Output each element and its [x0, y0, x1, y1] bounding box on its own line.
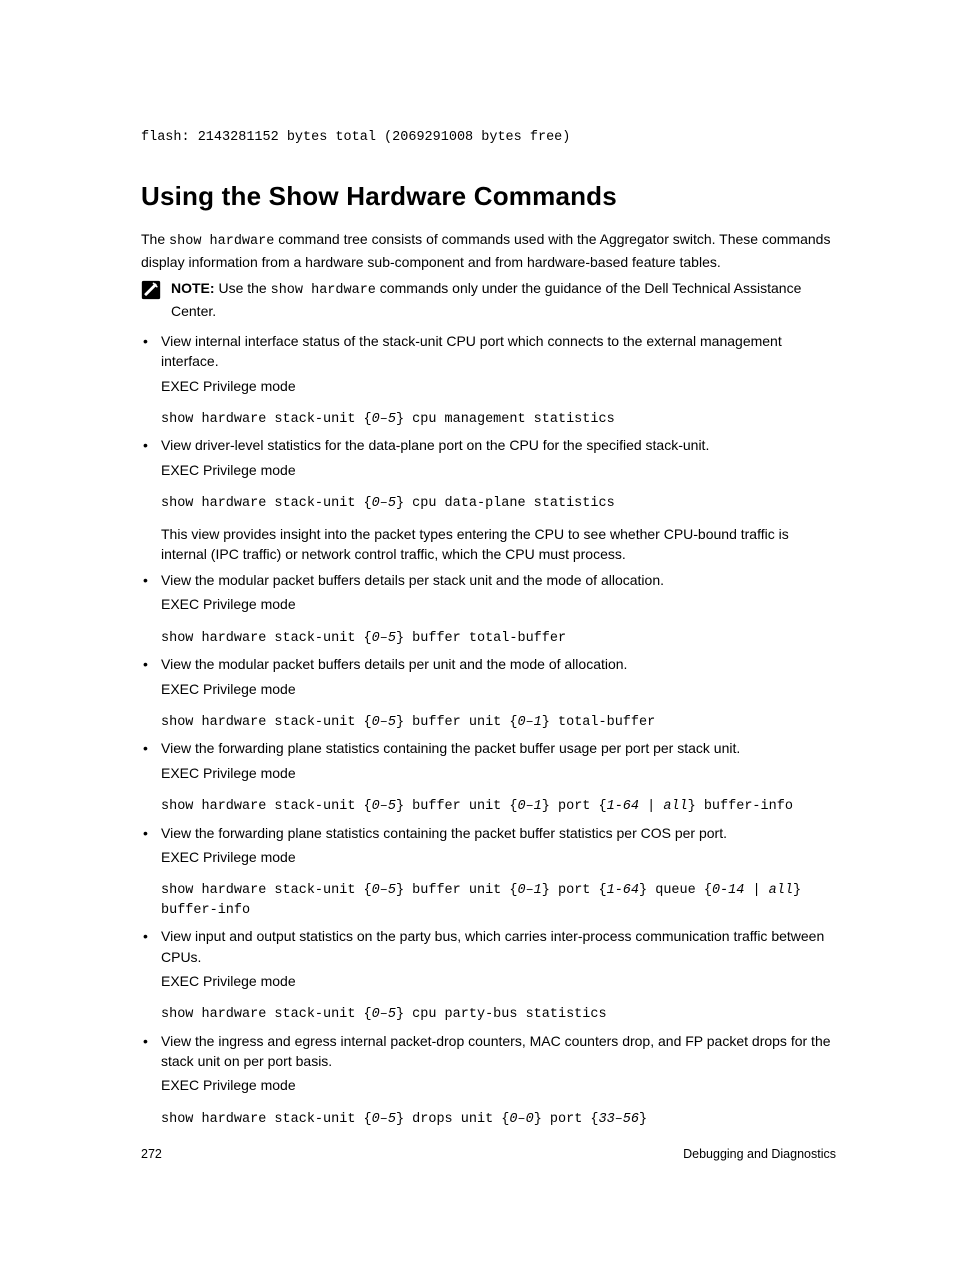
intro-paragraph: The show hardware command tree consists … [141, 229, 836, 272]
command-syntax: show hardware stack-unit {0–5} cpu party… [161, 1005, 836, 1025]
command-mode: EXEC Privilege mode [161, 847, 836, 867]
command-item: View the ingress and egress internal pac… [141, 1031, 836, 1129]
command-mode: EXEC Privilege mode [161, 1075, 836, 1095]
page-footer: 272 Debugging and Diagnostics [141, 1145, 836, 1163]
note-text: NOTE: Use the show hardware commands onl… [171, 278, 836, 321]
command-item: View the modular packet buffers details … [141, 570, 836, 648]
command-mode: EXEC Privilege mode [161, 763, 836, 783]
command-syntax: show hardware stack-unit {0–5} buffer un… [161, 797, 836, 817]
command-syntax: show hardware stack-unit {0–5} cpu manag… [161, 410, 836, 430]
preformatted-output: flash: 2143281152 bytes total (206929100… [141, 128, 836, 148]
note-pre: Use the [215, 280, 271, 296]
command-syntax: show hardware stack-unit {0–5} buffer un… [161, 881, 836, 920]
command-item: View the forwarding plane statistics con… [141, 738, 836, 816]
command-syntax: show hardware stack-unit {0–5} buffer to… [161, 629, 836, 649]
command-syntax: show hardware stack-unit {0–5} cpu data-… [161, 494, 836, 514]
note-callout: NOTE: Use the show hardware commands onl… [141, 278, 836, 321]
command-description: View internal interface status of the st… [161, 331, 836, 372]
command-description: View driver-level statistics for the dat… [161, 435, 836, 455]
footer-section: Debugging and Diagnostics [683, 1145, 836, 1163]
intro-text-pre: The [141, 231, 169, 247]
section-heading: Using the Show Hardware Commands [141, 178, 836, 216]
command-description: View the forwarding plane statistics con… [161, 738, 836, 758]
command-mode: EXEC Privilege mode [161, 460, 836, 480]
command-item: View the forwarding plane statistics con… [141, 823, 836, 921]
command-mode: EXEC Privilege mode [161, 376, 836, 396]
command-post-note: This view provides insight into the pack… [161, 524, 836, 565]
command-list: View internal interface status of the st… [141, 331, 836, 1129]
page-number: 272 [141, 1145, 162, 1163]
command-item: View internal interface status of the st… [141, 331, 836, 429]
command-item: View driver-level statistics for the dat… [141, 435, 836, 564]
command-item: View the modular packet buffers details … [141, 654, 836, 732]
command-item: View input and output statistics on the … [141, 926, 836, 1024]
command-syntax: show hardware stack-unit {0–5} drops uni… [161, 1110, 836, 1130]
command-mode: EXEC Privilege mode [161, 679, 836, 699]
command-mode: EXEC Privilege mode [161, 594, 836, 614]
note-code: show hardware [271, 283, 376, 298]
document-page: flash: 2143281152 bytes total (206929100… [0, 0, 954, 1129]
command-syntax: show hardware stack-unit {0–5} buffer un… [161, 713, 836, 733]
note-icon [141, 280, 161, 300]
command-description: View the ingress and egress internal pac… [161, 1031, 836, 1072]
command-description: View the modular packet buffers details … [161, 570, 836, 590]
note-label: NOTE: [171, 280, 215, 296]
command-description: View the modular packet buffers details … [161, 654, 836, 674]
command-mode: EXEC Privilege mode [161, 971, 836, 991]
intro-code: show hardware [169, 234, 274, 249]
command-description: View the forwarding plane statistics con… [161, 823, 836, 843]
command-description: View input and output statistics on the … [161, 926, 836, 967]
